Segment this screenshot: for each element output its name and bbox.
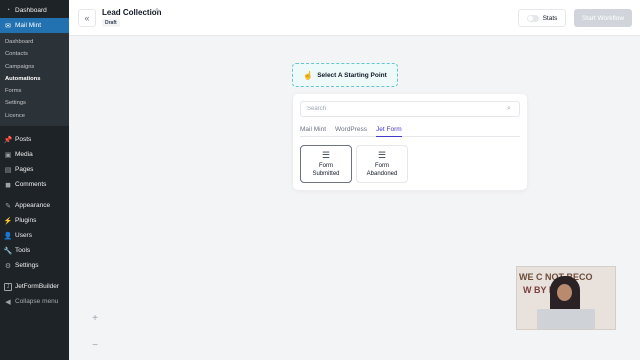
submenu-campaigns[interactable]: Campaigns bbox=[0, 61, 69, 73]
trigger-label: Form Abandoned bbox=[366, 163, 398, 177]
sidebar-item-label: Dashboard bbox=[15, 7, 47, 14]
wrench-icon: 🔧 bbox=[3, 247, 13, 255]
trigger-form-submitted[interactable]: ☰ Form Submitted bbox=[300, 145, 352, 183]
zoom-controls: + − bbox=[86, 313, 104, 351]
submenu-settings[interactable]: Settings bbox=[0, 97, 69, 109]
edit-icon[interactable]: ✎ bbox=[155, 7, 161, 15]
sidebar-item-label: Plugins bbox=[15, 217, 37, 225]
form-abandoned-icon: ☰ bbox=[377, 150, 387, 160]
sidebar-item-posts[interactable]: 📌 Posts bbox=[0, 132, 69, 147]
stats-toggle[interactable]: Stats bbox=[518, 9, 566, 27]
sidebar-item-dashboard[interactable]: ◔ Dashboard bbox=[0, 3, 69, 18]
sidebar-item-mail-mint[interactable]: ✉ Mail Mint bbox=[0, 18, 69, 33]
submenu-automations[interactable]: Automations bbox=[0, 73, 69, 85]
mail-icon: ✉ bbox=[5, 22, 11, 30]
pages-icon: ▤ bbox=[4, 166, 12, 174]
presenter-face bbox=[557, 284, 572, 301]
tab-wordpress[interactable]: WordPress bbox=[335, 124, 367, 137]
status-badge: Draft bbox=[102, 19, 120, 27]
sidebar-item-label: Collapse menu bbox=[15, 298, 59, 306]
sidebar-item-appearance[interactable]: ✎ Appearance bbox=[0, 198, 69, 213]
toggle-switch[interactable] bbox=[526, 14, 539, 22]
users-icon: 👤 bbox=[3, 232, 13, 240]
back-button[interactable]: « bbox=[78, 9, 96, 27]
trigger-label: Form Submitted bbox=[312, 163, 340, 177]
start-workflow-button[interactable]: Start Workflow bbox=[574, 9, 632, 27]
zoom-out-button[interactable]: − bbox=[92, 340, 98, 351]
sidebar-item-label: Comments bbox=[15, 181, 47, 189]
comments-icon: ◼ bbox=[5, 181, 11, 189]
chevron-double-left-icon: « bbox=[84, 13, 90, 23]
sidebar-item-media[interactable]: ▣ Media bbox=[0, 147, 69, 162]
form-submitted-icon: ☰ bbox=[321, 150, 331, 160]
search-input[interactable] bbox=[300, 101, 520, 117]
tab-mail-mint[interactable]: Mail Mint bbox=[300, 124, 326, 137]
submenu-forms[interactable]: Forms bbox=[0, 85, 69, 97]
sidebar-item-jetformbuilder[interactable]: J JetFormBuilder bbox=[0, 279, 69, 294]
media-icon: ▣ bbox=[4, 151, 12, 159]
submenu-licence[interactable]: Licence bbox=[0, 110, 69, 122]
trigger-form-abandoned[interactable]: ☰ Form Abandoned bbox=[356, 145, 408, 183]
sidebar-item-comments[interactable]: ◼ Comments bbox=[0, 177, 69, 192]
stats-label: Stats bbox=[542, 14, 558, 22]
sidebar-item-users[interactable]: 👤 Users bbox=[0, 228, 69, 243]
submenu-contacts[interactable]: Contacts bbox=[0, 48, 69, 60]
dashboard-icon: ◔ bbox=[5, 7, 11, 14]
admin-sidebar: ◔ Dashboard ✉ Mail Mint Dashboard Contac… bbox=[0, 0, 69, 360]
search-icon[interactable]: ⌕ bbox=[507, 105, 511, 113]
workflow-header: « Lead Collection ✎ Draft Stats Start Wo… bbox=[69, 0, 640, 36]
brush-icon: ✎ bbox=[5, 202, 11, 210]
jet-icon: J bbox=[4, 282, 12, 291]
sidebar-item-label: Settings bbox=[15, 262, 39, 270]
collapse-menu-button[interactable]: ◀ Collapse menu bbox=[0, 294, 69, 309]
sidebar-item-settings[interactable]: ⚙ Settings bbox=[0, 258, 69, 273]
sidebar-item-plugins[interactable]: ⚡ Plugins bbox=[0, 213, 69, 228]
workflow-title: Lead Collection bbox=[102, 8, 162, 17]
starting-point-node[interactable]: ☝ Select A Starting Point bbox=[292, 63, 398, 87]
settings-icon: ⚙ bbox=[4, 262, 12, 270]
sidebar-item-label: Users bbox=[15, 232, 32, 240]
trigger-picker: ⌕ Mail Mint WordPress Jet Form ☰ Form Su… bbox=[293, 94, 527, 190]
submenu-dashboard[interactable]: Dashboard bbox=[0, 36, 69, 48]
mail-mint-submenu: Dashboard Contacts Campaigns Automations… bbox=[0, 33, 69, 127]
sidebar-item-label: Pages bbox=[15, 166, 34, 174]
trigger-tabs: Mail Mint WordPress Jet Form bbox=[300, 124, 520, 137]
plugin-icon: ⚡ bbox=[3, 217, 13, 225]
sidebar-item-label: Media bbox=[15, 151, 33, 159]
starting-point-label: Select A Starting Point bbox=[317, 71, 387, 79]
collapse-icon: ◀ bbox=[5, 298, 11, 306]
pointer-icon: ☝ bbox=[303, 70, 314, 80]
zoom-in-button[interactable]: + bbox=[92, 313, 98, 324]
webcam-overlay: WE C NOT BECO W BY REM bbox=[516, 266, 616, 330]
sidebar-item-label: Posts bbox=[15, 136, 32, 144]
sidebar-item-tools[interactable]: 🔧 Tools bbox=[0, 243, 69, 258]
sidebar-item-label: Mail Mint bbox=[15, 22, 42, 29]
sidebar-item-label: Appearance bbox=[15, 202, 51, 210]
sidebar-item-label: Tools bbox=[15, 247, 31, 255]
laptop bbox=[537, 309, 595, 329]
tab-jet-form[interactable]: Jet Form bbox=[376, 124, 402, 137]
pin-icon: 📌 bbox=[3, 136, 13, 144]
sidebar-item-pages[interactable]: ▤ Pages bbox=[0, 162, 69, 177]
sidebar-item-label: JetFormBuilder bbox=[15, 283, 60, 291]
